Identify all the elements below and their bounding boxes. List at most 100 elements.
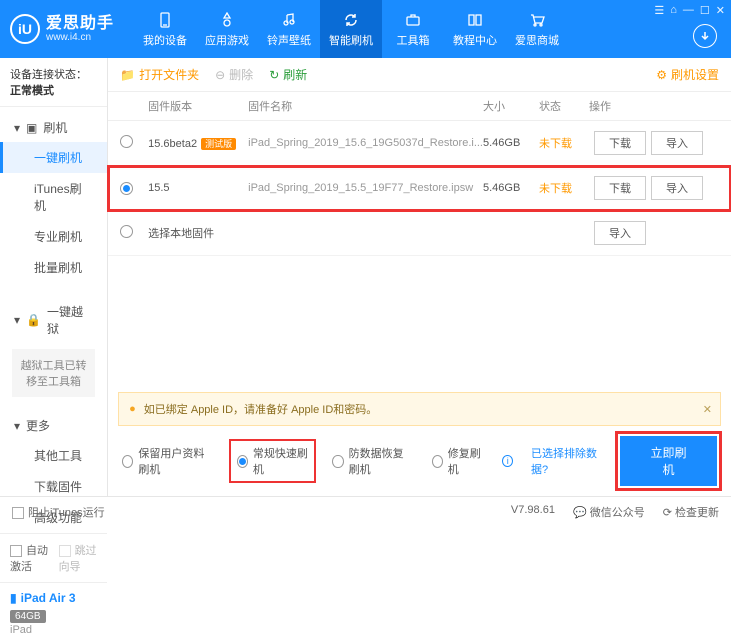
radio-icon bbox=[432, 455, 443, 468]
info-icon[interactable]: i bbox=[502, 455, 513, 467]
local-firmware-row[interactable]: 选择本地固件 导入 bbox=[108, 211, 731, 256]
wechat-link[interactable]: 💬 微信公众号 bbox=[573, 504, 645, 520]
exclude-data-link[interactable]: 已选择排除数据? bbox=[531, 445, 602, 477]
brand: 爱思助手 www.i4.cn bbox=[46, 15, 114, 44]
sidebar-item-download-fw[interactable]: 下载固件 bbox=[0, 471, 107, 502]
nav-ringtone[interactable]: 铃声壁纸 bbox=[258, 0, 320, 58]
device-info[interactable]: ▮ iPad Air 3 64GB iPad bbox=[0, 582, 107, 644]
sidebar-item-other-tools[interactable]: 其他工具 bbox=[0, 440, 107, 471]
import-button[interactable]: 导入 bbox=[651, 176, 703, 200]
minimize-icon[interactable]: — bbox=[683, 4, 694, 17]
th-size: 大小 bbox=[483, 98, 539, 114]
apps-icon bbox=[218, 11, 236, 29]
maximize-icon[interactable]: ☐ bbox=[700, 4, 710, 17]
brand-name: 爱思助手 bbox=[46, 15, 114, 33]
sidebar-group-more[interactable]: ▾更多 bbox=[0, 411, 107, 440]
lock-icon: 🔒 bbox=[26, 313, 41, 327]
check-update-link[interactable]: ⟳ 检查更新 bbox=[663, 504, 719, 520]
sidebar-item-pro[interactable]: 专业刷机 bbox=[0, 221, 107, 252]
delete-button[interactable]: ⊖删除 bbox=[215, 66, 253, 83]
app-logo-icon: iU bbox=[10, 14, 40, 44]
nav-toolbox[interactable]: 工具箱 bbox=[382, 0, 444, 58]
firmware-row[interactable]: 15.6beta2测试版 iPad_Spring_2019_15.6_19G50… bbox=[108, 121, 731, 166]
block-itunes-checkbox[interactable]: 阻止iTunes运行 bbox=[12, 504, 105, 520]
nav-store[interactable]: 爱思商城 bbox=[506, 0, 568, 58]
th-status: 状态 bbox=[539, 98, 589, 114]
radio-unselected[interactable] bbox=[120, 225, 133, 238]
delete-icon: ⊖ bbox=[215, 68, 225, 82]
radio-icon bbox=[122, 455, 133, 468]
book-icon bbox=[466, 11, 484, 29]
warning-text: 如已绑定 Apple ID，请准备好 Apple ID和密码。 bbox=[144, 401, 378, 417]
skip-guide-checkbox[interactable]: 跳过向导 bbox=[59, 542, 98, 574]
statusbar: 阻止iTunes运行 V7.98.61 💬 微信公众号 ⟳ 检查更新 bbox=[0, 496, 731, 526]
flash-settings-button[interactable]: ⚙刷机设置 bbox=[656, 66, 719, 83]
sidebar: 设备连接状态：正常模式 ▾▣刷机 一键刷机 iTunes刷机 专业刷机 批量刷机… bbox=[0, 58, 108, 496]
menu-icon[interactable]: ☰ bbox=[654, 4, 664, 17]
sidebar-bottom-options: 自动激活 跳过向导 bbox=[0, 533, 107, 582]
import-button[interactable]: 导入 bbox=[651, 131, 703, 155]
th-ops: 操作 bbox=[589, 98, 719, 114]
nav-flash[interactable]: 智能刷机 bbox=[320, 0, 382, 58]
phone-icon bbox=[156, 11, 174, 29]
th-version: 固件版本 bbox=[148, 98, 248, 114]
lock-icon[interactable]: ⌂ bbox=[670, 4, 677, 17]
flash-group-icon: ▣ bbox=[26, 121, 37, 135]
close-warning-icon[interactable]: ✕ bbox=[703, 403, 712, 416]
download-button[interactable]: 下载 bbox=[594, 176, 646, 200]
close-icon[interactable]: ✕ bbox=[716, 4, 725, 17]
music-icon bbox=[280, 11, 298, 29]
beta-badge: 测试版 bbox=[201, 138, 236, 150]
sidebar-item-batch[interactable]: 批量刷机 bbox=[0, 252, 107, 283]
titlebar: iU 爱思助手 www.i4.cn 我的设备 应用游戏 铃声壁纸 智能刷机 工具… bbox=[0, 0, 731, 58]
flash-now-button[interactable]: 立即刷机 bbox=[620, 436, 717, 486]
import-button[interactable]: 导入 bbox=[594, 221, 646, 245]
sidebar-item-onekey[interactable]: 一键刷机 bbox=[0, 142, 107, 173]
download-circle-icon[interactable] bbox=[693, 24, 717, 48]
logo-wrap: iU 爱思助手 www.i4.cn bbox=[10, 14, 114, 44]
refresh-button[interactable]: ↻刷新 bbox=[269, 66, 307, 83]
chevron-down-icon: ▾ bbox=[14, 121, 20, 135]
toolbar: 📁打开文件夹 ⊖删除 ↻刷新 ⚙刷机设置 bbox=[108, 58, 731, 92]
gear-icon: ⚙ bbox=[656, 68, 667, 82]
sidebar-group-jailbreak[interactable]: ▾🔒一键越狱 bbox=[0, 297, 107, 343]
sidebar-item-itunes[interactable]: iTunes刷机 bbox=[0, 173, 107, 221]
refresh-icon: ↻ bbox=[269, 68, 279, 82]
nav-apps[interactable]: 应用游戏 bbox=[196, 0, 258, 58]
radio-unselected[interactable] bbox=[120, 135, 133, 148]
radio-icon bbox=[332, 455, 343, 468]
mode-bar: 保留用户资料刷机 常规快速刷机 防数据恢复刷机 修复刷机 i 已选择排除数据? … bbox=[108, 426, 731, 496]
warning-bar: ● 如已绑定 Apple ID，请准备好 Apple ID和密码。 ✕ bbox=[118, 392, 721, 426]
nav-tutorial[interactable]: 教程中心 bbox=[444, 0, 506, 58]
radio-selected[interactable] bbox=[120, 182, 133, 195]
th-name: 固件名称 bbox=[248, 98, 483, 114]
storage-badge: 64GB bbox=[10, 610, 46, 623]
folder-icon: 📁 bbox=[120, 68, 135, 82]
auto-activate-checkbox[interactable]: 自动激活 bbox=[10, 542, 49, 574]
update-icon: ⟳ bbox=[663, 507, 672, 519]
refresh-icon bbox=[342, 11, 360, 29]
device-type: iPad bbox=[10, 624, 97, 636]
chevron-down-icon: ▾ bbox=[14, 419, 20, 433]
mode-normal[interactable]: 常规快速刷机 bbox=[231, 441, 315, 481]
table-header: 固件版本 固件名称 大小 状态 操作 bbox=[108, 92, 731, 121]
toolbox-icon bbox=[404, 11, 422, 29]
content: 📁打开文件夹 ⊖删除 ↻刷新 ⚙刷机设置 固件版本 固件名称 大小 状态 操作 … bbox=[108, 58, 731, 496]
chevron-down-icon: ▾ bbox=[14, 313, 20, 327]
mode-keep-data[interactable]: 保留用户资料刷机 bbox=[122, 445, 213, 477]
mode-anti-recovery[interactable]: 防数据恢复刷机 bbox=[332, 445, 413, 477]
mode-repair[interactable]: 修复刷机 bbox=[432, 445, 485, 477]
device-name: iPad Air 3 bbox=[21, 591, 76, 605]
jailbreak-note: 越狱工具已转移至工具箱 bbox=[12, 349, 95, 397]
window-controls: ☰ ⌂ — ☐ ✕ bbox=[654, 4, 725, 17]
download-button[interactable]: 下载 bbox=[594, 131, 646, 155]
wechat-icon: 💬 bbox=[573, 507, 587, 519]
device-icon: ▮ bbox=[10, 591, 17, 605]
open-folder-button[interactable]: 📁打开文件夹 bbox=[120, 66, 199, 83]
warning-icon: ● bbox=[129, 403, 136, 415]
version-label: V7.98.61 bbox=[511, 504, 555, 520]
sidebar-group-flash[interactable]: ▾▣刷机 bbox=[0, 113, 107, 142]
firmware-row-selected[interactable]: 15.5 iPad_Spring_2019_15.5_19F77_Restore… bbox=[108, 166, 731, 211]
main-area: 设备连接状态：正常模式 ▾▣刷机 一键刷机 iTunes刷机 专业刷机 批量刷机… bbox=[0, 58, 731, 496]
nav-my-device[interactable]: 我的设备 bbox=[134, 0, 196, 58]
